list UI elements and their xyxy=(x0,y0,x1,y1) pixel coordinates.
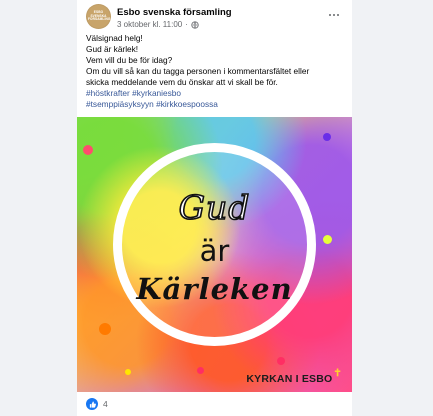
hashtag-link[interactable]: #tsemppiäsyksyyn xyxy=(86,99,154,109)
post-timestamp[interactable]: 3 oktober kl. 11:00 xyxy=(117,20,182,29)
body-line: Välsignad helg! xyxy=(86,33,143,43)
meta-separator: · xyxy=(185,20,188,29)
post-meta: 3 oktober kl. 11:00 · xyxy=(117,20,199,29)
reactions-bar[interactable]: 4 xyxy=(86,398,108,410)
globe-icon xyxy=(191,20,199,29)
thumbs-up-icon xyxy=(89,400,96,408)
image-text-ar: är xyxy=(199,234,230,268)
body-line: Vem vill du be för idag? xyxy=(86,54,173,65)
image-text-gud: Gud xyxy=(178,187,251,228)
paint-splat xyxy=(197,367,204,374)
paint-splat xyxy=(99,323,111,335)
post-card: ESBO SVENSKA FÖRSAMLING Esbo svenska för… xyxy=(77,0,352,416)
paint-splat xyxy=(277,357,285,365)
body-line: Om du vill så kan du tagga personen i ko… xyxy=(86,65,310,76)
body-line: skicka meddelande vem du önskar att vi s… xyxy=(86,76,278,87)
hashtag-row: #höstkrafter #kyrkaniesbo xyxy=(86,88,348,99)
cross-icon: ✝ xyxy=(333,368,342,379)
dot-icon xyxy=(332,13,336,17)
avatar[interactable]: ESBO SVENSKA FÖRSAMLING xyxy=(86,4,111,29)
paint-splat xyxy=(83,145,93,155)
like-icon xyxy=(86,398,98,410)
post-header: ESBO SVENSKA FÖRSAMLING Esbo svenska för… xyxy=(86,4,348,32)
hashtag-row: #tsemppiäsyksyyn #kirkkoespoossa xyxy=(86,99,348,110)
hashtag-link[interactable]: #höstkrafter xyxy=(86,88,130,98)
hashtags: #höstkrafter #kyrkaniesbo #tsemppiäsyksy… xyxy=(86,88,348,111)
avatar-text: ESBO SVENSKA FÖRSAMLING xyxy=(88,10,111,22)
paint-splat xyxy=(323,133,331,141)
dot-icon xyxy=(328,13,332,17)
hashtag-link[interactable]: #kirkkoespoossa xyxy=(156,99,218,109)
brand-text: KYRKAN I ESBO xyxy=(246,373,333,385)
post-image[interactable]: Gud är Kärleken KYRKAN I ESBO✝ xyxy=(77,117,352,392)
post-body: Välsignad helg! Gud är kärlek! Vem vill … xyxy=(86,33,348,88)
brand-logo: KYRKAN I ESBO✝ xyxy=(246,368,342,385)
page-name-link[interactable]: Esbo svenska församling xyxy=(117,7,232,18)
image-text-karleken: Kärleken xyxy=(136,272,293,306)
reaction-count[interactable]: 4 xyxy=(103,399,108,409)
paint-splat xyxy=(125,369,131,375)
hashtag-link[interactable]: #kyrkaniesbo xyxy=(132,88,181,98)
dot-icon xyxy=(336,13,340,17)
more-options-button[interactable] xyxy=(326,10,342,20)
body-line: Gud är kärlek! xyxy=(86,43,139,54)
